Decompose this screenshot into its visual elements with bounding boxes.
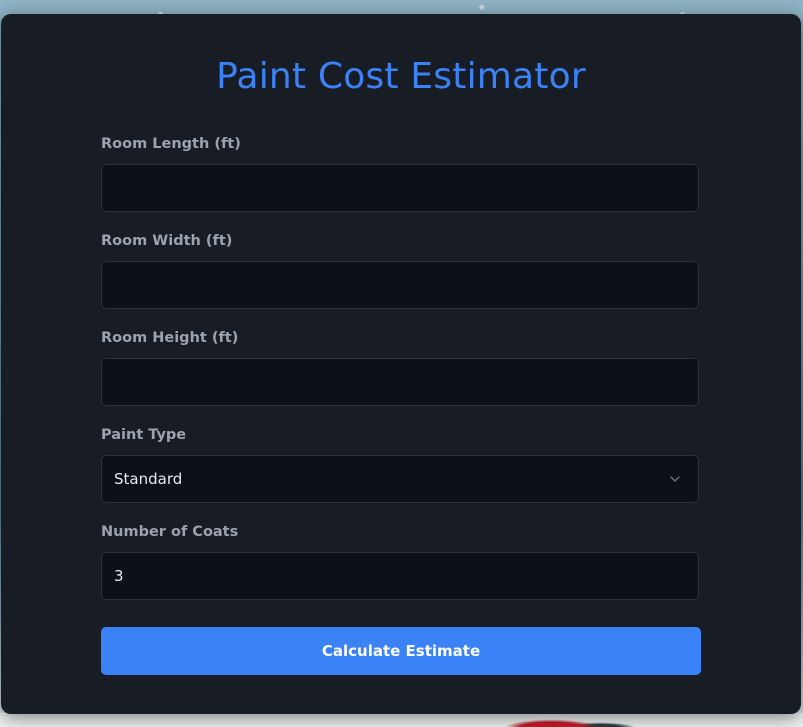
estimator-card: Paint Cost Estimator Room Length (ft) Ro…: [1, 14, 801, 714]
paint-type-select[interactable]: Standard: [101, 455, 699, 503]
room-length-label: Room Length (ft): [101, 136, 241, 152]
page-title: Paint Cost Estimator: [216, 56, 586, 97]
background-bottom: [0, 713, 803, 727]
room-width-input[interactable]: [101, 261, 699, 309]
room-height-label: Room Height (ft): [101, 330, 239, 346]
coats-input[interactable]: [101, 552, 699, 600]
room-width-label: Room Width (ft): [101, 233, 233, 249]
background-flower: [495, 713, 635, 727]
coats-label: Number of Coats: [101, 524, 239, 540]
room-height-input[interactable]: [101, 358, 699, 406]
chevron-down-icon: [668, 472, 682, 486]
room-length-input[interactable]: [101, 164, 699, 212]
paint-type-label: Paint Type: [101, 427, 187, 443]
paint-type-selected-value: Standard: [114, 470, 183, 488]
calculate-estimate-button[interactable]: Calculate Estimate: [101, 627, 701, 675]
